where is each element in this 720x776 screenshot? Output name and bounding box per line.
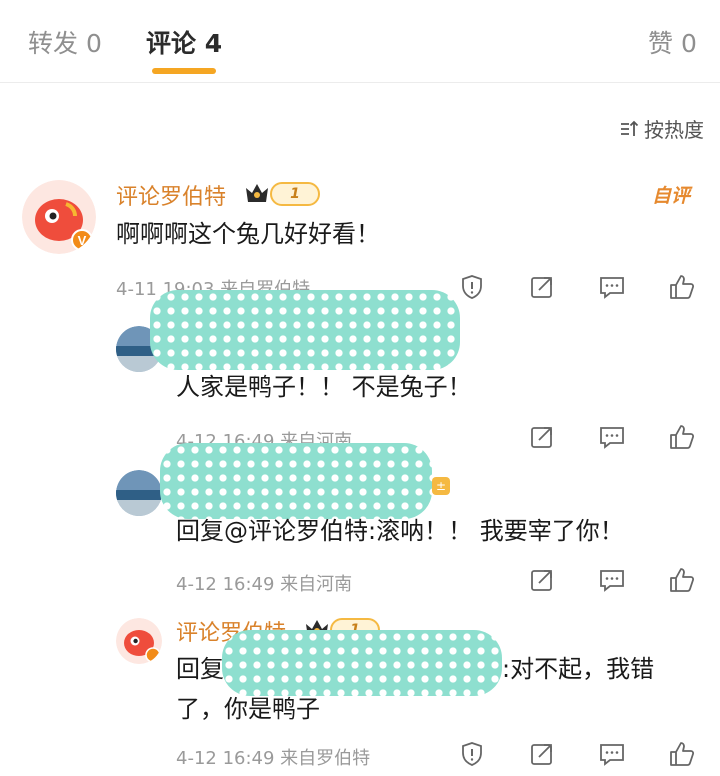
share-icon[interactable] xyxy=(526,564,558,596)
reply-text-line2: 了，你是鸭子 xyxy=(176,695,320,723)
like-icon[interactable] xyxy=(666,564,698,596)
comment-text: 啊啊啊这个兔几好好看！ xyxy=(116,220,380,248)
tab-bar: 转发 0 评论 4 赞 0 xyxy=(0,0,720,80)
tab-comments[interactable]: 评论 4 xyxy=(146,24,222,60)
sort-label: 按热度 xyxy=(644,118,704,142)
reply-text-prefix: 回复 xyxy=(176,655,224,683)
badge-icon: ± xyxy=(432,477,450,495)
comment-username[interactable]: 评论罗伯特 xyxy=(116,179,226,211)
reply-icon[interactable] xyxy=(596,564,628,596)
svg-text:V: V xyxy=(78,233,87,248)
divider xyxy=(0,82,720,83)
author-tag: 自评 xyxy=(652,185,691,207)
reply-icon[interactable] xyxy=(596,738,628,770)
like-icon[interactable] xyxy=(666,738,698,770)
shield-icon[interactable] xyxy=(456,271,488,303)
sort-button[interactable]: 按热度 xyxy=(618,114,704,143)
tab-repost[interactable]: 转发 0 xyxy=(28,24,102,60)
share-icon[interactable] xyxy=(526,738,558,770)
redacted-username xyxy=(150,290,460,370)
share-icon[interactable] xyxy=(526,421,558,453)
level-value: 1 xyxy=(270,182,320,206)
level-badge: 1 xyxy=(244,180,320,208)
tab-active-indicator xyxy=(152,68,216,74)
tab-likes[interactable]: 赞 0 xyxy=(648,24,697,60)
reply-meta: 4-12 16:49 来自河南 xyxy=(176,574,353,595)
reply-meta: 4-12 16:49 来自罗伯特 xyxy=(176,748,371,769)
like-icon[interactable] xyxy=(666,271,698,303)
reply-icon[interactable] xyxy=(596,421,628,453)
redacted-username xyxy=(160,443,432,519)
share-icon[interactable] xyxy=(526,271,558,303)
reply-text: 回复@评论罗伯特:滚呐！！ 我要宰了你！ xyxy=(176,517,624,545)
avatar[interactable]: V xyxy=(22,180,96,254)
avatar[interactable] xyxy=(116,470,162,516)
shield-icon[interactable] xyxy=(456,738,488,770)
redacted-username xyxy=(222,630,502,696)
avatar[interactable] xyxy=(116,618,162,664)
sort-icon xyxy=(618,118,640,140)
like-icon[interactable] xyxy=(666,421,698,453)
reply-text: 人家是鸭子！！ 不是兔子！ xyxy=(176,373,472,401)
crown-icon xyxy=(244,180,270,208)
reply-text-suffix: :对不起，我错 xyxy=(502,655,655,683)
reply-icon[interactable] xyxy=(596,271,628,303)
